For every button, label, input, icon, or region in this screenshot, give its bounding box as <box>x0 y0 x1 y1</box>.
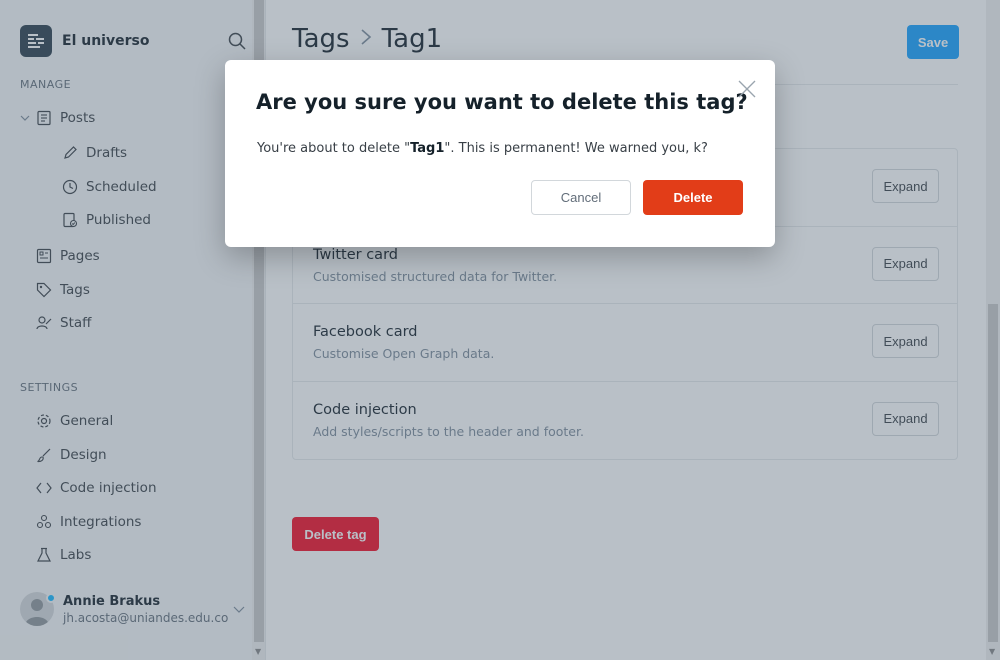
delete-button[interactable]: Delete <box>643 180 743 215</box>
cancel-button[interactable]: Cancel <box>531 180 631 215</box>
message-tag-name: Tag1 <box>410 141 445 156</box>
message-prefix: You're about to delete " <box>257 141 411 156</box>
close-icon[interactable] <box>737 79 757 99</box>
modal-title: Are you sure you want to delete this tag… <box>256 90 748 114</box>
modal-message: You're about to delete "Tag1". This is p… <box>257 141 708 156</box>
delete-confirm-modal: Are you sure you want to delete this tag… <box>225 60 775 247</box>
message-suffix: ". This is permanent! We warned you, k? <box>444 141 708 156</box>
